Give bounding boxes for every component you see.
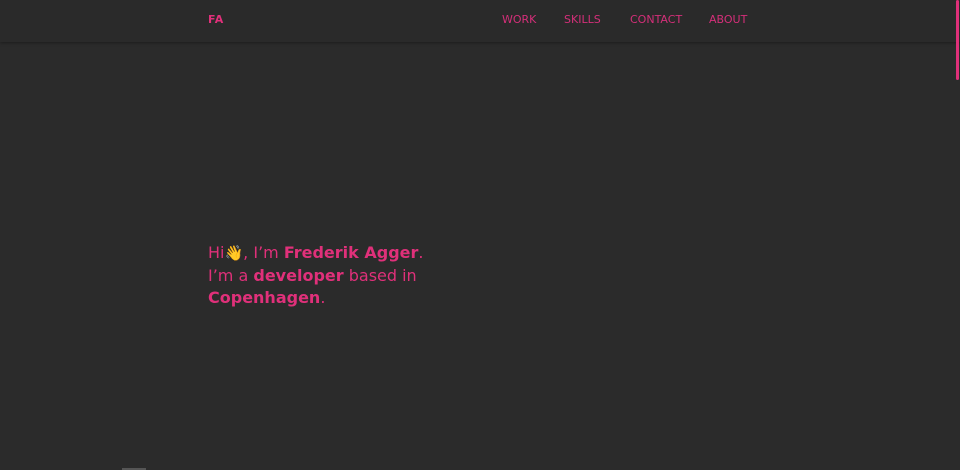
hero-intro: Hi👋, I’m Frederik Agger. I’m a developer… xyxy=(208,242,424,310)
intro-text: , I’m xyxy=(243,243,284,262)
city-period-text: . xyxy=(320,288,326,307)
scrollbar-thumb[interactable] xyxy=(956,0,959,80)
nav-link-work[interactable]: WORK xyxy=(502,13,536,26)
nav-link-skills[interactable]: SKILLS xyxy=(564,13,601,26)
hero-name: Frederik Agger xyxy=(283,243,419,262)
period-text: . xyxy=(418,243,424,262)
nav-link-contact[interactable]: CONTACT xyxy=(630,13,682,26)
role-prefix-text: I’m a xyxy=(208,265,254,285)
waving-hand-icon: 👋 xyxy=(224,244,244,262)
hero-line-2: I’m a developer based in xyxy=(208,265,424,288)
logo-link[interactable]: FA xyxy=(208,13,224,26)
hero-line-3: Copenhagen. xyxy=(208,287,424,310)
hero-city: Copenhagen xyxy=(208,288,321,307)
nav-link-about[interactable]: ABOUT xyxy=(709,13,747,26)
role-suffix-text: based in xyxy=(343,265,417,285)
greeting-text: Hi xyxy=(208,243,225,262)
hero-role: developer xyxy=(253,265,344,285)
hero-line-1: Hi👋, I’m Frederik Agger. xyxy=(208,242,424,265)
top-navbar: FA WORK SKILLS CONTACT ABOUT xyxy=(0,0,960,42)
